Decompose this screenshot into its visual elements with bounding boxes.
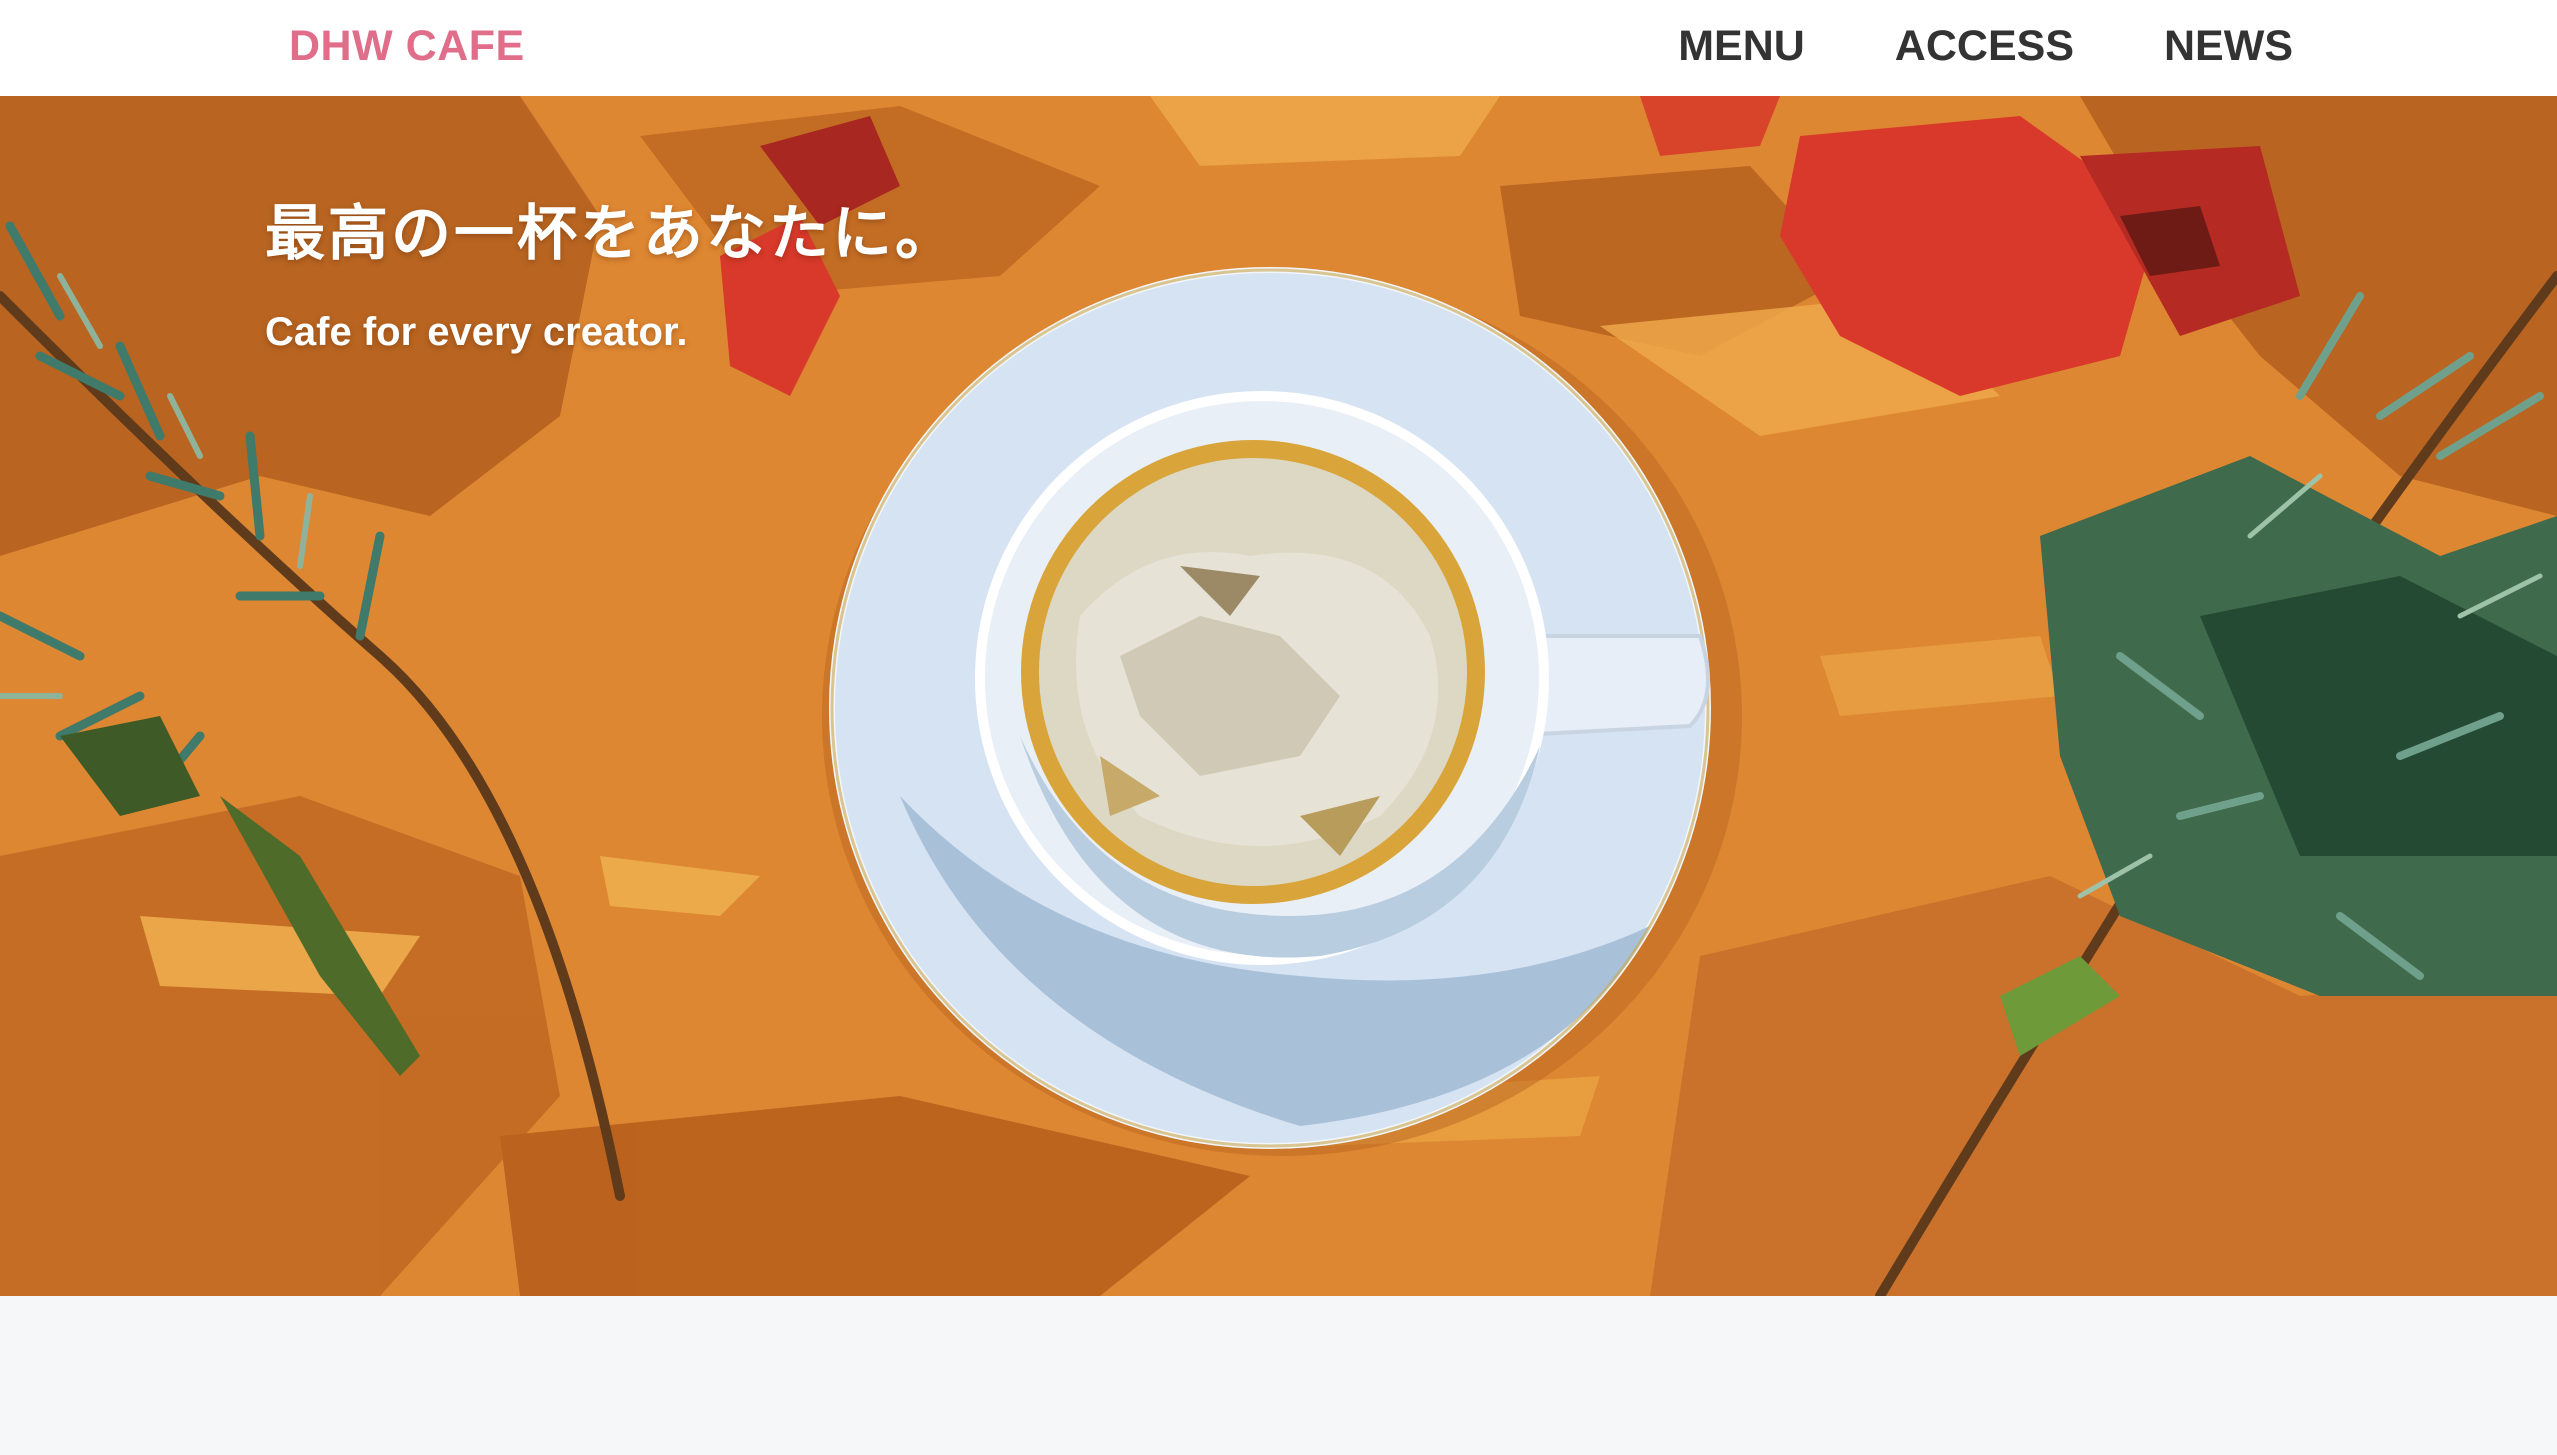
nav-link-menu[interactable]: MENU <box>1678 22 1805 71</box>
main-nav: MENU ACCESS NEWS <box>1678 22 2293 71</box>
site-logo[interactable]: DHW CAFE <box>289 22 525 71</box>
hero-copy: 最高の一杯をあなたに。 Cafe for every creator. <box>265 200 958 354</box>
hero-section: 最高の一杯をあなたに。 Cafe for every creator. <box>0 96 2557 1296</box>
hero-subtitle: Cafe for every creator. <box>265 310 688 354</box>
coffee-cup-illustration <box>822 267 1742 1156</box>
nav-link-news[interactable]: NEWS <box>2164 22 2293 71</box>
nav-link-access[interactable]: ACCESS <box>1895 22 2074 71</box>
page: DHW CAFE MENU ACCESS NEWS 最高の一杯をあなたに。 Ca… <box>0 0 2557 1455</box>
hero-title: 最高の一杯をあなたに。 <box>265 200 958 267</box>
site-header: DHW CAFE MENU ACCESS NEWS <box>0 0 2557 96</box>
content-area <box>0 1296 2557 1455</box>
